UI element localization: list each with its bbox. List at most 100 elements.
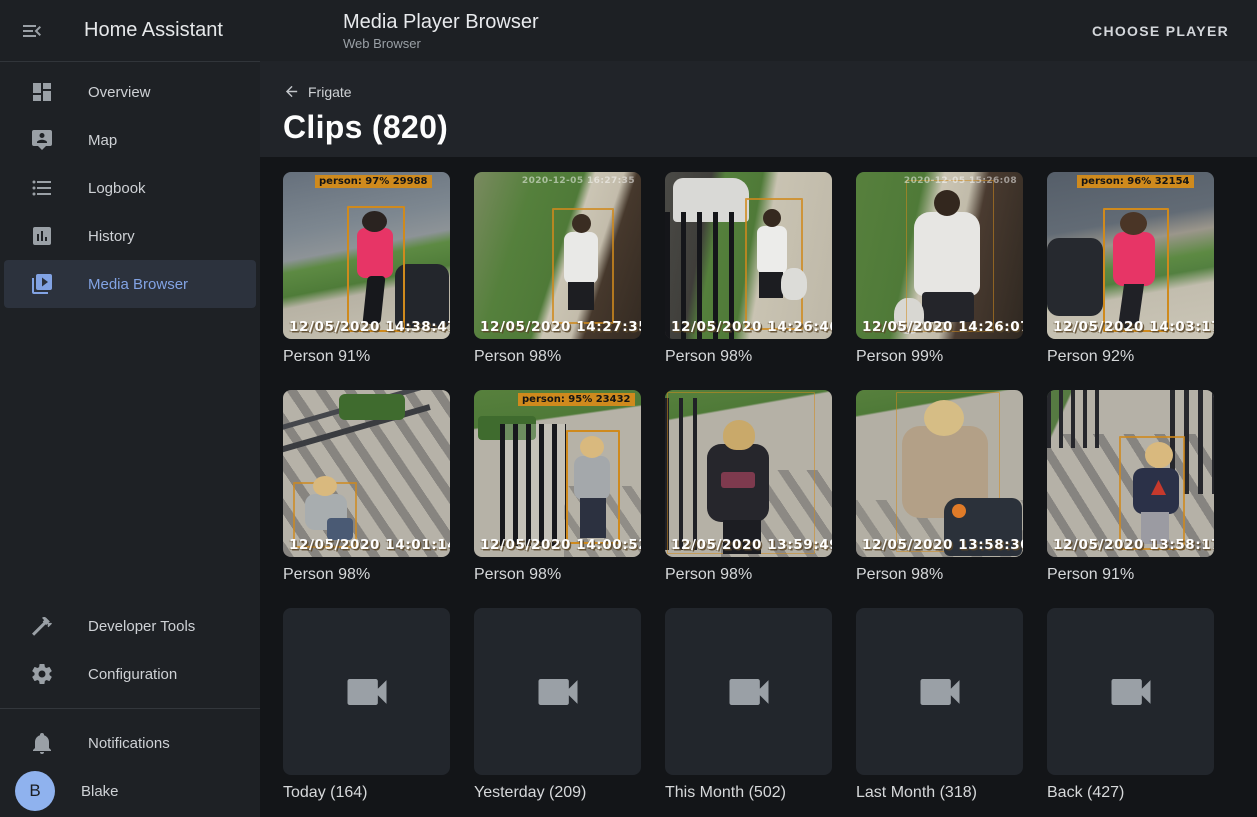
app-header: Home Assistant Media Player Browser Web …: [0, 0, 1257, 61]
clip-thumbnail[interactable]: person: 97% 29988 12/05/2020 14:38:47: [283, 172, 450, 339]
folder-item-back[interactable]: Back (427): [1047, 608, 1214, 817]
folder-thumbnail[interactable]: [856, 608, 1023, 775]
detection-bounding-box: [906, 180, 994, 332]
folder-item-yesterday[interactable]: Yesterday (209): [474, 608, 641, 817]
sidebar-item-developer-tools[interactable]: Developer Tools: [4, 602, 256, 650]
detection-label: person: 97% 29988: [315, 175, 432, 188]
clip-timestamp: 12/05/2020 13:58:17: [1053, 537, 1214, 553]
thumbnail-art: [707, 444, 769, 522]
page-header-subtitle: Web Browser: [343, 36, 539, 51]
detection-label: person: 96% 32154: [1077, 175, 1194, 188]
clip-item[interactable]: 12/05/2020 13:58:30 Person 98%: [856, 390, 1023, 608]
sidebar-item-label: History: [88, 228, 135, 245]
sidebar-item-map[interactable]: Map: [4, 116, 256, 164]
thumbnail-art: [759, 272, 783, 298]
clip-item[interactable]: person: 95% 23432 12/05/2020 14:00:52 Pe…: [474, 390, 641, 608]
main-content: Frigate Clips (820) person: 97% 29988 12…: [260, 0, 1257, 817]
clip-item[interactable]: person: 97% 29988 12/05/2020 14:38:47 Pe…: [283, 172, 450, 390]
map-account-icon: [30, 128, 54, 152]
folder-label: Yesterday (209): [474, 784, 641, 802]
back-arrow-icon: [283, 83, 300, 100]
clips-grid-container: person: 97% 29988 12/05/2020 14:38:47 Pe…: [260, 157, 1257, 817]
folder-thumbnail[interactable]: [474, 608, 641, 775]
clip-caption: Person 99%: [856, 348, 1023, 366]
clip-timestamp: 12/05/2020 14:00:52: [480, 537, 641, 553]
clip-thumbnail[interactable]: person: 96% 32154 12/05/2020 14:03:17: [1047, 172, 1214, 339]
clip-item[interactable]: 12/05/2020 13:58:17 Person 91%: [1047, 390, 1214, 608]
user-name: Blake: [81, 783, 119, 800]
clip-caption: Person 98%: [474, 348, 641, 366]
clip-thumbnail[interactable]: 2020-12-05 16:27:35 12/05/2020 14:27:35: [474, 172, 641, 339]
clip-timestamp: 12/05/2020 14:03:17: [1053, 319, 1214, 335]
sidebar-item-overview[interactable]: Overview: [4, 68, 256, 116]
list-icon: [30, 176, 54, 200]
user-avatar[interactable]: B: [15, 771, 55, 811]
detection-label: person: 95% 23432: [518, 393, 635, 406]
clip-item[interactable]: 2020-12-05 15:26:08 12/05/2020 14:26:07 …: [856, 172, 1023, 390]
clip-item[interactable]: 12/05/2020 14:26:46 Person 98%: [665, 172, 832, 390]
thumbnail-art: [757, 226, 787, 274]
thumbnail-art: [339, 394, 405, 420]
detection-bounding-box: [1103, 208, 1169, 332]
folder-item-last-month[interactable]: Last Month (318): [856, 608, 1023, 817]
thumbnail-art: [500, 424, 566, 546]
clip-timestamp: 12/05/2020 14:27:35: [480, 319, 641, 335]
thumbnail-art: [781, 268, 807, 300]
clip-thumbnail[interactable]: 12/05/2020 13:58:17: [1047, 390, 1214, 557]
camera-osd-text: 2020-12-05 16:27:35: [522, 176, 635, 186]
sidebar-item-user[interactable]: B Blake: [4, 767, 256, 815]
clip-caption: Person 98%: [856, 566, 1023, 584]
sidebar-item-label: Notifications: [88, 735, 170, 752]
app-title: Home Assistant: [84, 19, 260, 42]
sidebar-item-label: Configuration: [88, 666, 177, 683]
sidebar-item-notifications[interactable]: Notifications: [4, 719, 256, 767]
folder-label: Last Month (318): [856, 784, 1023, 802]
clip-caption: Person 98%: [665, 566, 832, 584]
choose-player-button[interactable]: CHOOSE PLAYER: [1086, 15, 1235, 47]
media-browser-header: Frigate Clips (820): [260, 61, 1257, 157]
clip-timestamp: 12/05/2020 14:26:46: [671, 319, 832, 335]
clip-thumbnail[interactable]: 12/05/2020 14:26:46: [665, 172, 832, 339]
folder-thumbnail[interactable]: [665, 608, 832, 775]
clip-item[interactable]: person: 96% 32154 12/05/2020 14:03:17 Pe…: [1047, 172, 1214, 390]
clip-timestamp: 12/05/2020 14:26:07: [862, 319, 1023, 335]
breadcrumb[interactable]: Frigate: [283, 61, 352, 100]
clip-item[interactable]: 12/05/2020 13:59:49 Person 98%: [665, 390, 832, 608]
folder-label: This Month (502): [665, 784, 832, 802]
clip-thumbnail[interactable]: 2020-12-05 15:26:08 12/05/2020 14:26:07: [856, 172, 1023, 339]
clip-thumbnail[interactable]: 12/05/2020 14:01:14: [283, 390, 450, 557]
clip-item[interactable]: 12/05/2020 14:01:14 Person 98%: [283, 390, 450, 608]
clip-thumbnail[interactable]: 12/05/2020 13:59:49: [665, 390, 832, 557]
clip-timestamp: 12/05/2020 14:38:47: [289, 319, 450, 335]
page-title: Clips (820): [283, 109, 1257, 146]
page-header-title: Media Player Browser: [343, 10, 539, 34]
folder-item-this-month[interactable]: This Month (502): [665, 608, 832, 817]
clip-caption: Person 91%: [283, 348, 450, 366]
sidebar-item-label: Logbook: [88, 180, 146, 197]
folder-thumbnail[interactable]: [1047, 608, 1214, 775]
camera-osd-text: 2020-12-05 15:26:08: [904, 176, 1017, 186]
sidebar-item-media-browser[interactable]: Media Browser: [4, 260, 256, 308]
folder-label: Today (164): [283, 784, 450, 802]
thumbnail-art: [1047, 238, 1103, 316]
sidebar-item-history[interactable]: History: [4, 212, 256, 260]
breadcrumb-label[interactable]: Frigate: [308, 84, 352, 100]
thumbnail-art: [1047, 390, 1103, 448]
sidebar-item-logbook[interactable]: Logbook: [4, 164, 256, 212]
folder-item-today[interactable]: Today (164): [283, 608, 450, 817]
detection-bounding-box: [347, 206, 405, 332]
clip-item[interactable]: 2020-12-05 16:27:35 12/05/2020 14:27:35 …: [474, 172, 641, 390]
sidebar-item-configuration[interactable]: Configuration: [4, 650, 256, 698]
clip-thumbnail[interactable]: 12/05/2020 13:58:30: [856, 390, 1023, 557]
chart-box-icon: [30, 224, 54, 248]
media-browser-icon: [30, 272, 54, 296]
sidebar-item-label: Overview: [88, 84, 151, 101]
video-camera-icon: [1105, 666, 1157, 718]
menu-toggle-icon[interactable]: [20, 19, 44, 43]
sidebar-item-label: Developer Tools: [88, 618, 195, 635]
hammer-icon: [30, 614, 54, 638]
video-camera-icon: [341, 666, 393, 718]
clip-timestamp: 12/05/2020 13:58:30: [862, 537, 1023, 553]
clip-thumbnail[interactable]: person: 95% 23432 12/05/2020 14:00:52: [474, 390, 641, 557]
folder-thumbnail[interactable]: [283, 608, 450, 775]
